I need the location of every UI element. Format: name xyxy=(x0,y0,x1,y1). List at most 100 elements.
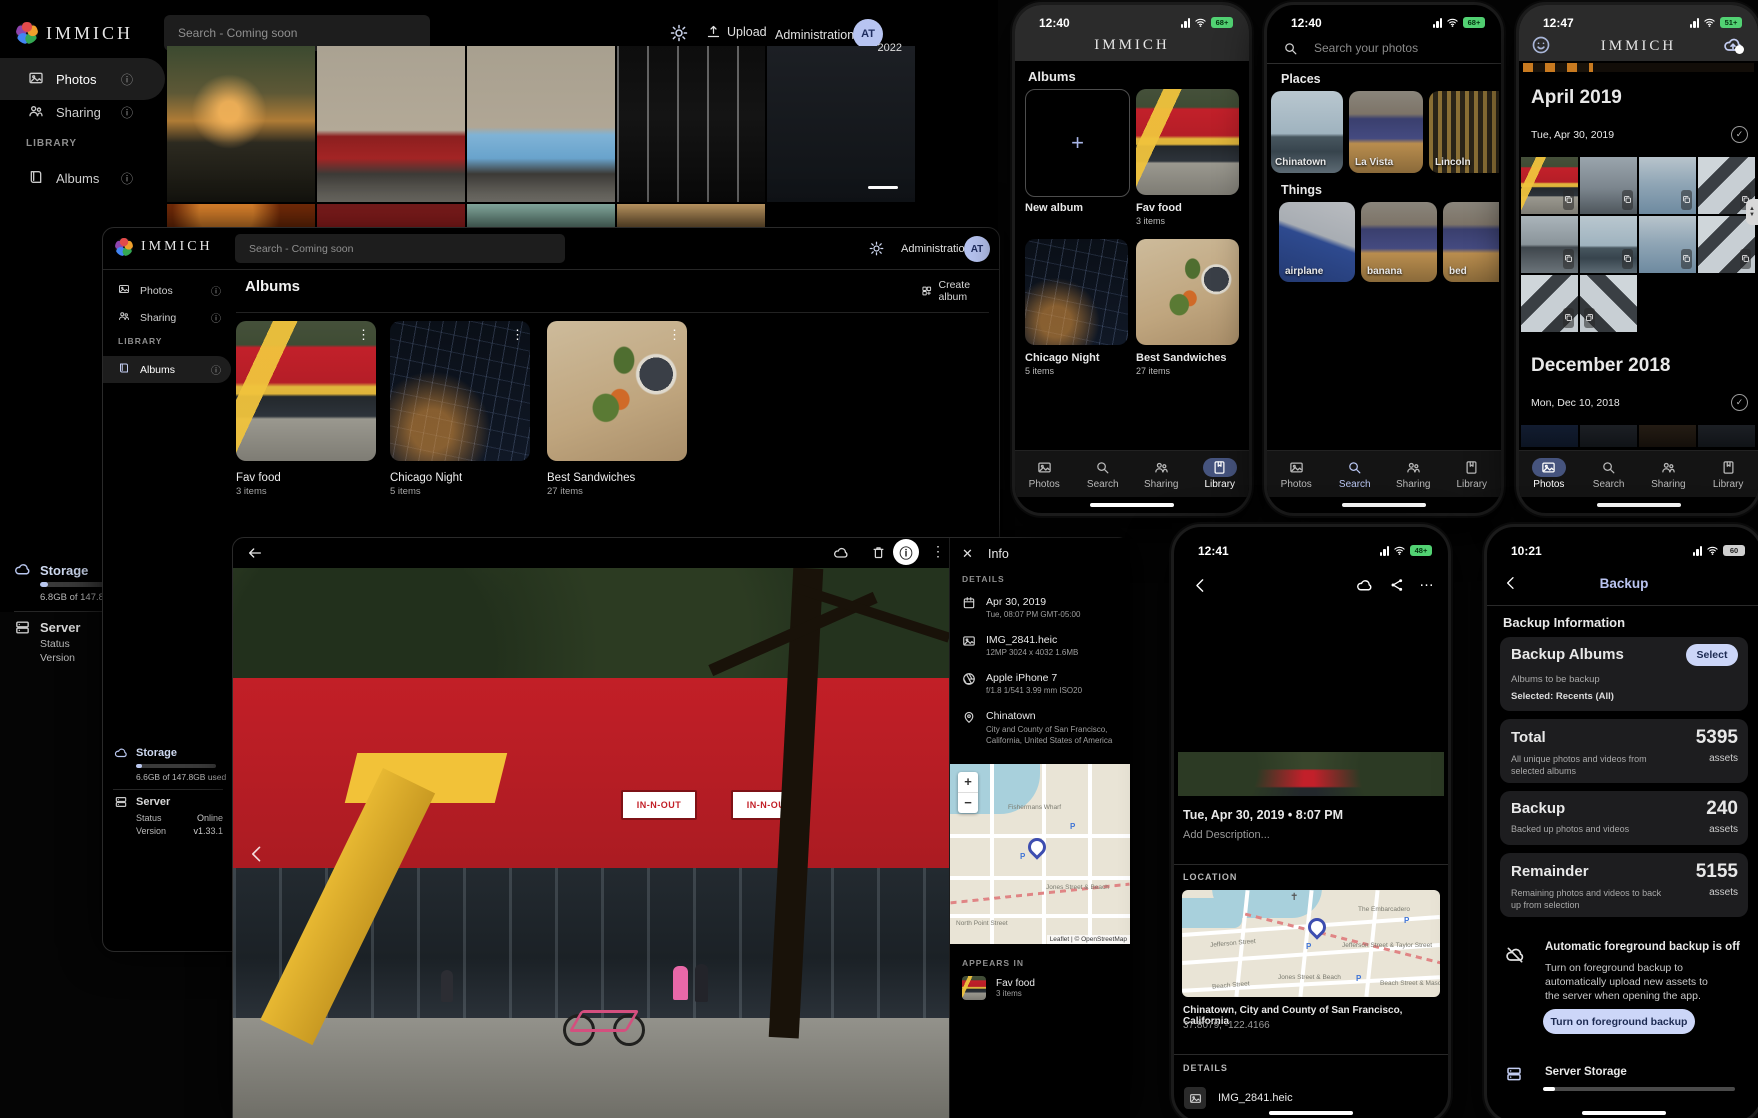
search-input[interactable]: Search - Coming soon xyxy=(235,234,565,263)
previous-photo-chevron[interactable] xyxy=(247,844,267,869)
theme-toggle-icon[interactable] xyxy=(869,241,884,261)
photo-thumbnail[interactable] xyxy=(1580,275,1637,332)
tab-sharing[interactable]: Sharing xyxy=(1384,451,1443,497)
tab-photos[interactable]: Photos xyxy=(1267,451,1326,497)
tab-search[interactable]: Search xyxy=(1579,451,1639,497)
tab-sharing[interactable]: Sharing xyxy=(1639,451,1699,497)
more-options-icon[interactable]: ⋮ xyxy=(931,543,945,560)
album-menu-button[interactable]: ⋮ xyxy=(357,327,370,343)
tab-sharing[interactable]: Sharing xyxy=(1132,451,1191,497)
location-map[interactable]: The Embarcadero Jefferson Street Beach S… xyxy=(1182,890,1440,997)
scene-red-facade xyxy=(233,678,949,868)
info-icon[interactable]: ⓘ xyxy=(121,104,133,121)
tab-library[interactable]: Library xyxy=(1443,451,1502,497)
album-count: 27 items xyxy=(547,486,687,497)
back-icon[interactable] xyxy=(1192,577,1209,599)
desktop-collage: IMMICH Search - Coming soon Upload Admin… xyxy=(0,0,1758,1118)
info-button[interactable]: ⓘ xyxy=(893,539,919,565)
sidebar-item-albums[interactable]: Albums ⓘ xyxy=(0,158,165,198)
theme-toggle-icon[interactable] xyxy=(670,24,688,47)
timeline-scrubber[interactable] xyxy=(868,186,898,189)
tab-search[interactable]: Search xyxy=(1074,451,1133,497)
photo-thumbnail[interactable] xyxy=(1639,425,1696,447)
sidebar-section-library: LIBRARY xyxy=(118,336,162,346)
photo-thumbnail[interactable] xyxy=(1698,216,1755,273)
backup-cloud-icon[interactable] xyxy=(1723,35,1743,60)
user-avatar[interactable]: AT xyxy=(964,236,990,262)
photo-thumbnail[interactable] xyxy=(317,46,465,202)
photo-thumbnail[interactable] xyxy=(1521,157,1578,214)
share-icon[interactable] xyxy=(1389,577,1405,598)
album-card-chicago-night[interactable] xyxy=(1025,239,1128,345)
upload-button[interactable]: Upload xyxy=(706,24,767,39)
album-card-chicago-night[interactable]: ⋮ Chicago Night 5 items xyxy=(390,321,530,497)
sidebar-item-photos[interactable]: Photos ⓘ xyxy=(103,277,231,304)
create-album-button[interactable]: Create album xyxy=(921,279,999,303)
signal-icon xyxy=(1433,18,1443,28)
scene-person-pink xyxy=(673,966,688,1000)
photo-thumbnail[interactable] xyxy=(167,46,315,202)
new-album-card[interactable]: + xyxy=(1025,89,1130,197)
close-icon[interactable]: ✕ xyxy=(962,546,973,562)
administration-link[interactable]: Administration xyxy=(775,28,854,42)
photo-thumbnail[interactable] xyxy=(467,46,615,202)
more-options-icon[interactable]: … xyxy=(1419,573,1434,590)
info-icon[interactable]: ⓘ xyxy=(121,71,133,88)
upload-cloud-icon[interactable] xyxy=(1356,577,1373,599)
appears-in-album[interactable]: Fav food 3 items xyxy=(962,976,1035,1000)
photo-thumbnail[interactable] xyxy=(767,46,915,202)
album-menu-button[interactable]: ⋮ xyxy=(511,327,524,343)
back-button[interactable] xyxy=(247,545,263,566)
photo-thumbnail[interactable] xyxy=(467,204,615,227)
tab-library[interactable]: Library xyxy=(1698,451,1758,497)
album-menu-button[interactable]: ⋮ xyxy=(668,327,681,343)
sidebar-item-sharing[interactable]: Sharing ⓘ xyxy=(0,92,165,132)
photo-thumbnail[interactable] xyxy=(1639,216,1696,273)
search-icon xyxy=(1347,460,1362,475)
info-icon[interactable]: ⓘ xyxy=(211,310,221,325)
photo-thumbnail[interactable] xyxy=(1580,425,1637,447)
photo-thumbnail[interactable] xyxy=(617,46,765,202)
administration-link[interactable]: Administration xyxy=(901,243,971,255)
album-card-fav-food[interactable]: ⋮ Fav food 3 items xyxy=(236,321,376,497)
info-icon[interactable]: ⓘ xyxy=(121,170,133,187)
sidebar-item-sharing[interactable]: Sharing ⓘ xyxy=(103,304,231,331)
photo-thumbnail[interactable] xyxy=(1639,157,1696,214)
select-day-checkbox[interactable]: ✓ xyxy=(1731,394,1748,411)
immich-logo-icon xyxy=(115,238,133,256)
timeline-scroll-handle[interactable]: ▲▼ xyxy=(1746,199,1758,225)
sidebar-item-albums[interactable]: Albums ⓘ xyxy=(103,356,231,383)
photo-thumbnail[interactable] xyxy=(1580,157,1637,214)
tab-library[interactable]: Library xyxy=(1191,451,1250,497)
photo-thumbnail[interactable] xyxy=(317,204,465,227)
description-field[interactable]: Add Description... xyxy=(1183,829,1270,841)
photo-thumbnail[interactable] xyxy=(1580,216,1637,273)
album-card-best-sandwiches[interactable]: ⋮ Best Sandwiches 27 items xyxy=(547,321,687,497)
album-card-best-sandwiches[interactable] xyxy=(1136,239,1239,345)
download-icon[interactable] xyxy=(833,545,849,566)
photo-thumbnail[interactable] xyxy=(1521,425,1578,447)
album-card-fav-food[interactable] xyxy=(1136,89,1239,195)
photo-thumbnail[interactable] xyxy=(617,204,765,227)
photo-thumbnail[interactable] xyxy=(1521,275,1578,332)
photo-thumbnail[interactable] xyxy=(1521,216,1578,273)
info-icon[interactable]: ⓘ xyxy=(211,362,221,377)
photo-strip[interactable] xyxy=(1178,752,1444,796)
map-zoom-controls[interactable]: +− xyxy=(958,772,978,813)
info-icon[interactable]: ⓘ xyxy=(211,283,221,298)
search-input[interactable]: Search your photos xyxy=(1267,35,1501,61)
tab-search[interactable]: Search xyxy=(1326,451,1385,497)
photo-thumbnail[interactable] xyxy=(1698,425,1755,447)
tab-photos[interactable]: Photos xyxy=(1519,451,1579,497)
photo-thumbnail[interactable] xyxy=(167,204,315,227)
album-count: 3 items xyxy=(1136,216,1165,226)
stack-icon xyxy=(1584,308,1595,328)
turn-on-foreground-backup-button[interactable]: Turn on foreground backup xyxy=(1543,1009,1695,1034)
location-map[interactable]: Fishermans Wharf North Point Street Jone… xyxy=(950,764,1130,944)
select-button[interactable]: Select xyxy=(1686,644,1738,666)
delete-icon[interactable] xyxy=(871,545,886,565)
select-day-checkbox[interactable]: ✓ xyxy=(1731,126,1748,143)
photo-viewer[interactable]: IN-N-OUT IN-N-OUT xyxy=(233,568,949,1118)
tab-photos[interactable]: Photos xyxy=(1015,451,1074,497)
search-placeholder: Search your photos xyxy=(1314,41,1418,55)
